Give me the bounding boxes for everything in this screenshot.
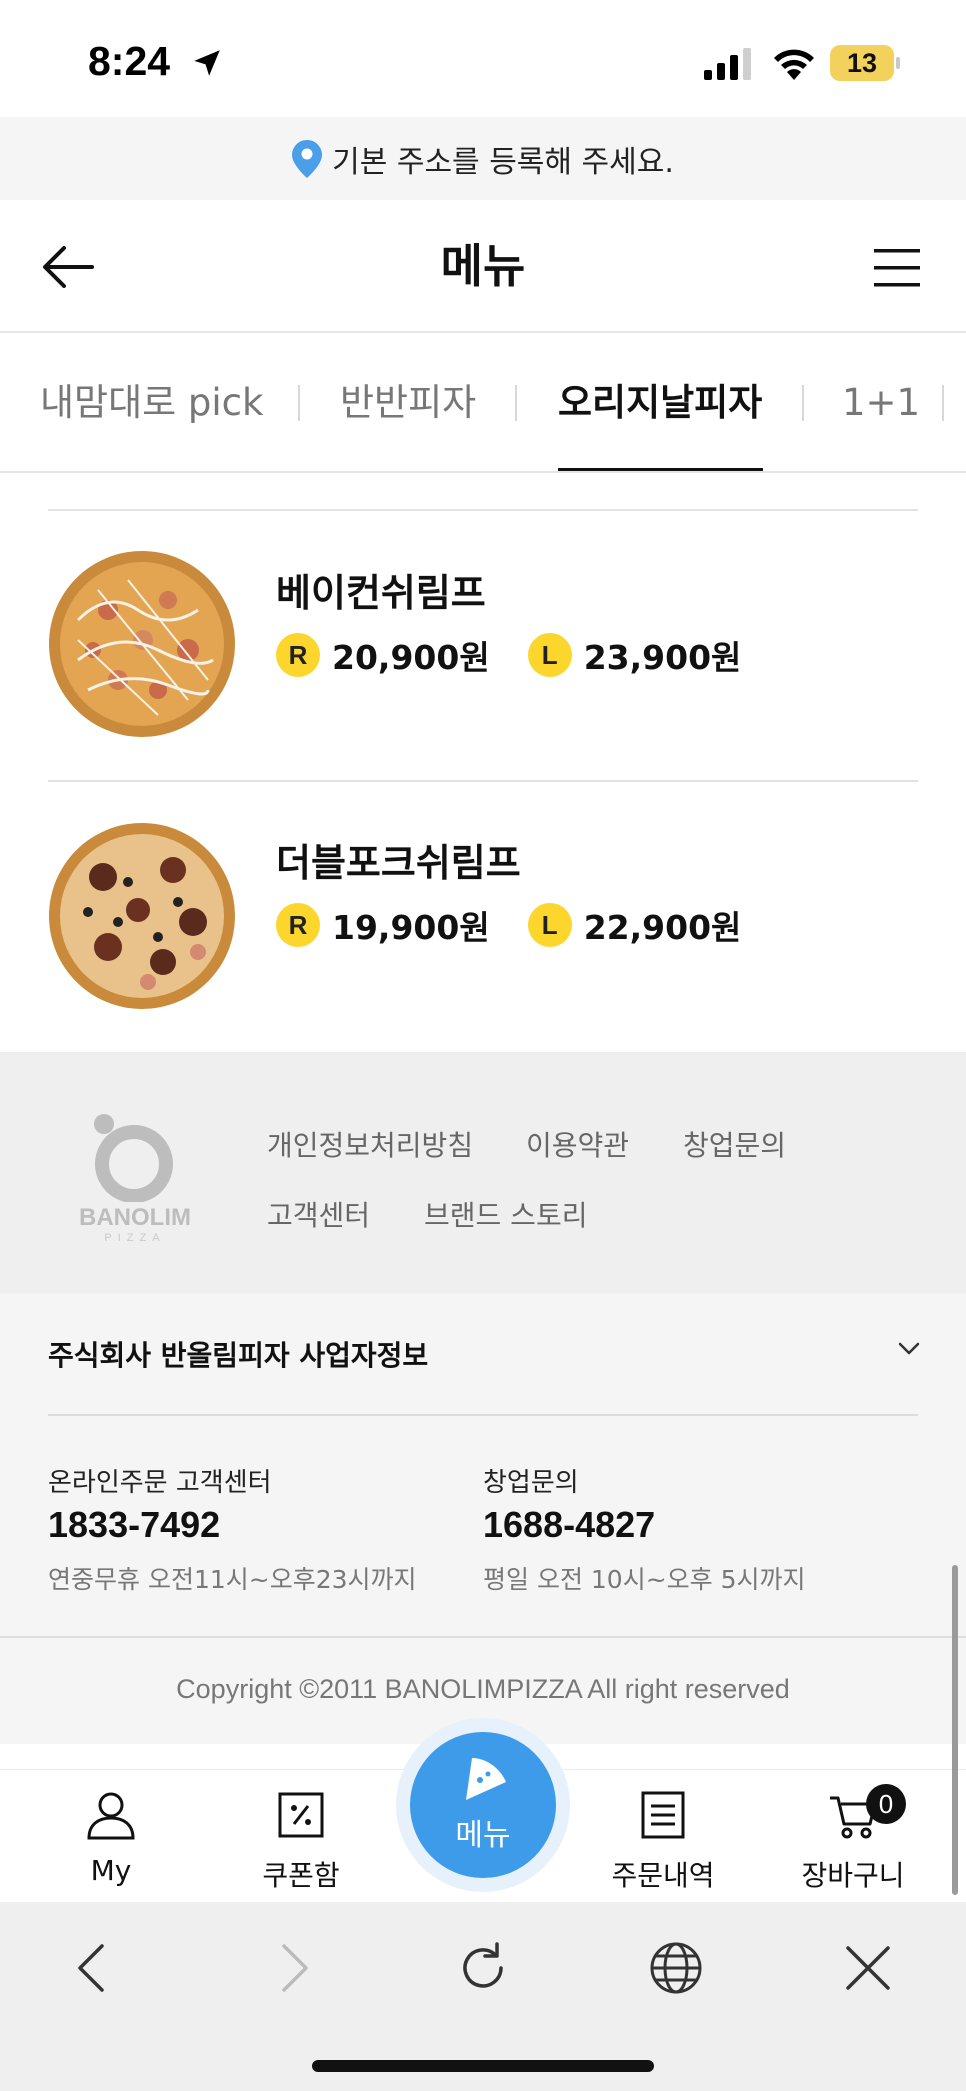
pizza-slice-icon bbox=[466, 1758, 506, 1800]
nav-coupons[interactable]: 쿠폰함 bbox=[226, 1770, 376, 1903]
logo-wordmark: BANOLIM bbox=[79, 1204, 191, 1231]
size-badge-large: L bbox=[527, 903, 572, 947]
refresh-icon[interactable] bbox=[453, 1938, 513, 1998]
location-pin-icon bbox=[292, 139, 323, 178]
globe-icon[interactable] bbox=[646, 1938, 706, 1998]
receipt-icon bbox=[641, 1791, 685, 1839]
cellular-signal-icon bbox=[704, 48, 751, 80]
contact-hours: 연중무휴 오전11시~오후23시까지 bbox=[48, 1565, 417, 1594]
active-tab-indicator bbox=[558, 468, 763, 471]
divider bbox=[0, 1636, 966, 1638]
nav-cart[interactable]: 0 장바구니 bbox=[778, 1770, 928, 1903]
privacy-policy-link[interactable]: 개인정보처리방침 bbox=[267, 1124, 473, 1164]
browser-back-icon[interactable] bbox=[64, 1938, 124, 1998]
coupon-icon bbox=[278, 1792, 324, 1838]
address-banner[interactable]: 기본 주소를 등록해 주세요. bbox=[0, 117, 966, 200]
nav-menu-label: 메뉴 bbox=[455, 1818, 511, 1853]
nav-orders[interactable]: 주문내역 bbox=[588, 1770, 738, 1903]
wifi-icon bbox=[774, 49, 814, 80]
menu-item-name: 베이컨쉬림프 bbox=[276, 571, 486, 615]
list-divider bbox=[48, 509, 918, 511]
tab-one-plus-one[interactable]: 1+1 bbox=[842, 333, 920, 473]
tab-separator bbox=[802, 385, 804, 421]
nav-cart-label: 장바구니 bbox=[801, 1859, 905, 1892]
nav-menu-button[interactable]: 메뉴 bbox=[410, 1732, 556, 1878]
contact-phone[interactable]: 1688-4827 bbox=[483, 1504, 655, 1546]
business-info-toggle[interactable]: 주식회사 반올림피자 사업자정보 bbox=[48, 1334, 428, 1374]
contact-label: 창업문의 bbox=[483, 1468, 579, 1498]
nav-coupons-label: 쿠폰함 bbox=[262, 1859, 340, 1892]
contact-hours: 평일 오전 10시~오후 5시까지 bbox=[483, 1565, 806, 1594]
battery-indicator: 13 bbox=[830, 45, 900, 81]
menu-item[interactable]: 베이컨쉬림프 R 20,900원 L 23,900원 bbox=[0, 512, 966, 782]
menu-item-name: 더블포크쉬림프 bbox=[276, 841, 521, 885]
browser-forward-icon[interactable] bbox=[262, 1938, 322, 1998]
status-bar: 8:24 13 bbox=[0, 0, 966, 117]
size-badge-large: L bbox=[527, 633, 572, 677]
nav-orders-label: 주문내역 bbox=[611, 1859, 715, 1892]
location-arrow-icon bbox=[194, 50, 220, 76]
contact-phone[interactable]: 1833-7492 bbox=[48, 1504, 220, 1546]
chevron-down-icon[interactable] bbox=[898, 1342, 920, 1356]
pizza-image bbox=[49, 551, 235, 737]
menu-item[interactable]: 더블포크쉬림프 R 19,900원 L 22,900원 bbox=[0, 782, 966, 1052]
size-badge-regular: R bbox=[276, 903, 320, 947]
tab-separator bbox=[942, 385, 944, 421]
copyright-text: Copyright ©2011 BANOLIMPIZZA All right r… bbox=[176, 1674, 790, 1704]
price-regular: 19,900원 bbox=[332, 908, 490, 947]
franchise-inquiry-link[interactable]: 창업문의 bbox=[683, 1124, 786, 1164]
price-row: R 20,900원 L 23,900원 bbox=[276, 632, 741, 678]
person-icon bbox=[87, 1792, 135, 1840]
browser-toolbar bbox=[0, 1902, 966, 2091]
brand-story-link[interactable]: 브랜드 스토리 bbox=[424, 1194, 587, 1234]
battery-level: 13 bbox=[846, 48, 878, 78]
close-icon[interactable] bbox=[838, 1938, 898, 1998]
banolim-logo: BANOLIM PIZZA bbox=[70, 1102, 200, 1252]
status-time: 8:24 bbox=[88, 38, 171, 84]
customer-center-link[interactable]: 고객센터 bbox=[267, 1194, 370, 1234]
scrollbar[interactable] bbox=[952, 1565, 958, 1895]
cart-count-badge: 0 bbox=[866, 1784, 906, 1824]
tab-separator bbox=[298, 385, 300, 421]
hamburger-menu-icon[interactable] bbox=[872, 246, 922, 290]
page-title: 메뉴 bbox=[440, 239, 526, 293]
price-row: R 19,900원 L 22,900원 bbox=[276, 902, 741, 948]
tab-separator bbox=[515, 385, 517, 421]
tab-half-half[interactable]: 반반피자 bbox=[340, 333, 476, 473]
category-tabs: 내맘대로 pick 반반피자 오리지날피자 1+1 bbox=[0, 333, 966, 473]
price-large: 22,900원 bbox=[583, 908, 742, 947]
home-indicator[interactable] bbox=[312, 2060, 654, 2072]
nav-my-label: My bbox=[90, 1854, 132, 1887]
banolim-logo-mark bbox=[94, 1114, 173, 1203]
tab-original-pizza[interactable]: 오리지날피자 bbox=[558, 333, 762, 473]
size-badge-regular: R bbox=[276, 633, 320, 677]
logo-subtext: PIZZA bbox=[104, 1232, 166, 1244]
divider bbox=[48, 1414, 918, 1416]
nav-my[interactable]: My bbox=[36, 1770, 186, 1903]
tab-my-pick[interactable]: 내맘대로 pick bbox=[40, 333, 263, 473]
contact-label: 온라인주문 고객센터 bbox=[48, 1468, 272, 1498]
price-regular: 20,900원 bbox=[332, 638, 490, 677]
price-large: 23,900원 bbox=[583, 638, 742, 677]
business-info-section: 주식회사 반올림피자 사업자정보 온라인주문 고객센터 1833-7492 연중… bbox=[0, 1294, 966, 1744]
terms-link[interactable]: 이용약관 bbox=[526, 1124, 629, 1164]
pizza-image bbox=[49, 823, 235, 1009]
address-banner-text: 기본 주소를 등록해 주세요. bbox=[332, 144, 674, 180]
page-header: 메뉴 bbox=[0, 200, 966, 333]
footer-links-section: BANOLIM PIZZA 개인정보처리방침 이용약관 창업문의 고객센터 브랜… bbox=[0, 1052, 966, 1294]
